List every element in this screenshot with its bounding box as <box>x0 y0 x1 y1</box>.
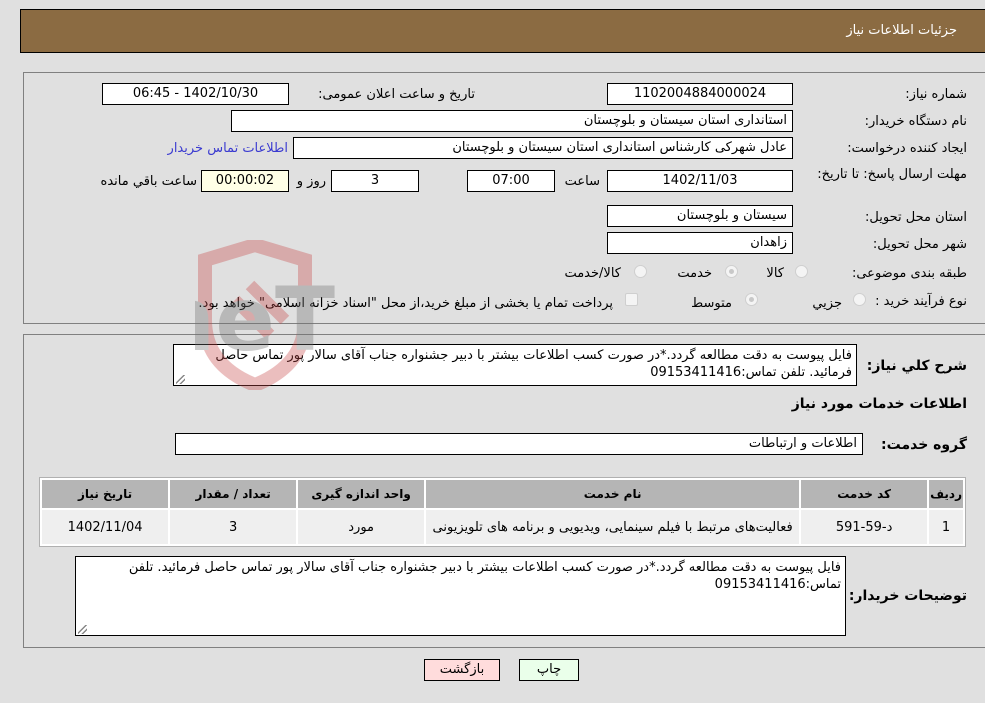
purchase-minor-label: جزیي <box>812 296 842 311</box>
col-header-row-number: ردیف <box>929 480 963 508</box>
cell-service-code: د-59-591 <box>801 510 928 544</box>
days-label: روز و <box>296 174 326 189</box>
col-header-quantity: تعداد / مقدار <box>170 480 297 508</box>
purchase-type-label: نوع فرآیند خرید : <box>875 294 967 309</box>
category-service-label: خدمت <box>677 266 712 281</box>
services-section-title: اطلاعات خدمات مورد نیاز <box>791 396 967 412</box>
need-number-label: شماره نیاز: <box>905 87 967 102</box>
need-number-field: 1102004884000024 <box>607 83 793 105</box>
deadline-label: مهلت ارسال پاسخ: تا تاریخ: <box>817 167 967 182</box>
category-goods-label: کالا <box>766 266 784 281</box>
service-group-label: گروه خدمت: <box>881 437 967 453</box>
delivery-province-label: استان محل تحویل: <box>865 210 967 225</box>
announce-datetime-label: تاریخ و ساعت اعلان عمومی: <box>318 87 475 102</box>
category-radio-goods-service[interactable] <box>634 265 647 278</box>
table-header-row: ردیف کد خدمت نام خدمت واحد اندازه گیری ت… <box>42 480 963 508</box>
print-button[interactable]: چاپ <box>519 659 579 681</box>
purchase-radio-medium[interactable] <box>745 293 758 306</box>
category-radio-goods[interactable] <box>795 265 808 278</box>
resize-grip-icon[interactable] <box>176 375 185 384</box>
category-label: طبقه بندی موضوعی: <box>851 266 967 281</box>
delivery-province-field: سیستان و بلوچستان <box>607 205 793 227</box>
remaining-time-label: ساعت باقي مانده <box>100 174 197 189</box>
announce-datetime-field: 1402/10/30 - 06:45 <box>102 83 289 105</box>
table-row: 1 د-59-591 فعالیت‌های مرتبط با فیلم سینم… <box>42 510 963 544</box>
remaining-time-field: 00:00:02 <box>201 170 289 192</box>
col-header-service-name: نام خدمت <box>426 480 800 508</box>
deadline-date-field: 1402/11/03 <box>607 170 793 192</box>
cell-service-name: فعالیت‌های مرتبط با فیلم سینمایی، ویدیوی… <box>426 510 800 544</box>
buyer-notes-text: فایل پیوست به دقت مطالعه گردد.*در صورت ک… <box>128 560 841 592</box>
services-table: ردیف کد خدمت نام خدمت واحد اندازه گیری ت… <box>39 477 966 547</box>
description-label: شرح کلي نياز: <box>866 358 967 374</box>
description-text: فایل پیوست به دقت مطالعه گردد.*در صورت ک… <box>215 348 852 380</box>
service-group-field: اطلاعات و ارتباطات <box>175 433 863 455</box>
buyer-contact-link[interactable]: اطلاعات تماس خریدار <box>168 141 288 156</box>
buyer-notes-label: توضیحات خریدار: <box>848 588 967 604</box>
col-header-service-code: کد خدمت <box>801 480 928 508</box>
page-header: جزئیات اطلاعات نیاز <box>20 9 985 53</box>
buyer-org-field: استانداری استان سیستان و بلوچستان <box>231 110 793 132</box>
category-goods-service-label: کالا/خدمت <box>564 266 621 281</box>
treasury-checkbox-label: پرداخت تمام یا بخشی از مبلغ خرید،از محل … <box>198 296 613 311</box>
purchase-radio-minor[interactable] <box>853 293 866 306</box>
back-button[interactable]: بازگشت <box>424 659 500 681</box>
cell-quantity: 3 <box>170 510 297 544</box>
delivery-city-label: شهر محل تحویل: <box>872 237 967 252</box>
cell-need-date: 1402/11/04 <box>42 510 169 544</box>
description-textarea[interactable]: فایل پیوست به دقت مطالعه گردد.*در صورت ک… <box>173 344 857 386</box>
cell-unit: مورد <box>298 510 425 544</box>
buyer-org-label: نام دستگاه خریدار: <box>864 114 967 129</box>
requester-label: ایجاد کننده درخواست: <box>847 141 967 156</box>
col-header-need-date: تاریخ نیاز <box>42 480 169 508</box>
requester-field: عادل شهرکی کارشناس استانداری استان سیستا… <box>293 137 793 159</box>
treasury-checkbox[interactable] <box>625 293 638 306</box>
buyer-notes-textarea[interactable]: فایل پیوست به دقت مطالعه گردد.*در صورت ک… <box>75 556 846 636</box>
category-radio-service[interactable] <box>725 265 738 278</box>
resize-grip-icon[interactable] <box>78 625 87 634</box>
page-title: جزئیات اطلاعات نیاز <box>846 23 957 38</box>
col-header-unit: واحد اندازه گیری <box>298 480 425 508</box>
deadline-time-field: 07:00 <box>467 170 555 192</box>
deadline-time-label: ساعت <box>564 174 600 189</box>
purchase-medium-label: متوسط <box>691 296 732 311</box>
cell-row-number: 1 <box>929 510 963 544</box>
delivery-city-field: زاهدان <box>607 232 793 254</box>
remaining-days-field: 3 <box>331 170 419 192</box>
